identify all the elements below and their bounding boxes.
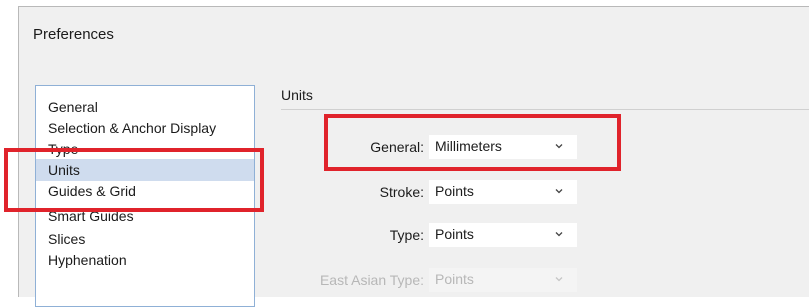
sidebar-item-smart-guides[interactable]: Smart Guides	[36, 205, 254, 227]
chevron-down-icon	[555, 144, 563, 149]
stroke-units-select[interactable]: Points	[429, 180, 577, 204]
sidebar-item-selection-anchor-display[interactable]: Selection & Anchor Display	[36, 117, 254, 139]
general-units-label: General:	[370, 139, 424, 155]
sidebar-item-type[interactable]: Type	[36, 138, 254, 160]
type-units-select[interactable]: Points	[429, 223, 577, 247]
general-units-value: Millimeters	[435, 138, 502, 154]
type-units-label: Type:	[389, 227, 424, 243]
dialog-title: Preferences	[33, 26, 114, 43]
sidebar-item-hyphenation[interactable]: Hyphenation	[36, 249, 254, 271]
preferences-dialog: Preferences General Selection & Anchor D…	[18, 6, 809, 307]
east-asian-type-units-value: Points	[435, 271, 474, 287]
east-asian-type-units-label: East Asian Type:	[319, 272, 424, 288]
type-units-value: Points	[435, 226, 474, 242]
general-units-select[interactable]: Millimeters	[429, 135, 577, 159]
stroke-units-label: Stroke:	[379, 184, 424, 200]
sidebar-item-units[interactable]: Units	[36, 159, 254, 181]
stroke-units-value: Points	[435, 183, 474, 199]
chevron-down-icon	[555, 232, 563, 237]
preferences-category-list[interactable]: General Selection & Anchor Display Type …	[35, 85, 255, 307]
sidebar-item-general[interactable]: General	[36, 96, 254, 118]
chevron-down-icon	[555, 189, 563, 194]
section-divider	[281, 109, 809, 110]
sidebar-item-guides-grid[interactable]: Guides & Grid	[36, 180, 254, 202]
sidebar-item-slices[interactable]: Slices	[36, 228, 254, 250]
units-section-title: Units	[281, 87, 313, 103]
east-asian-type-units-select: Points	[429, 268, 577, 292]
chevron-down-icon	[555, 277, 563, 282]
